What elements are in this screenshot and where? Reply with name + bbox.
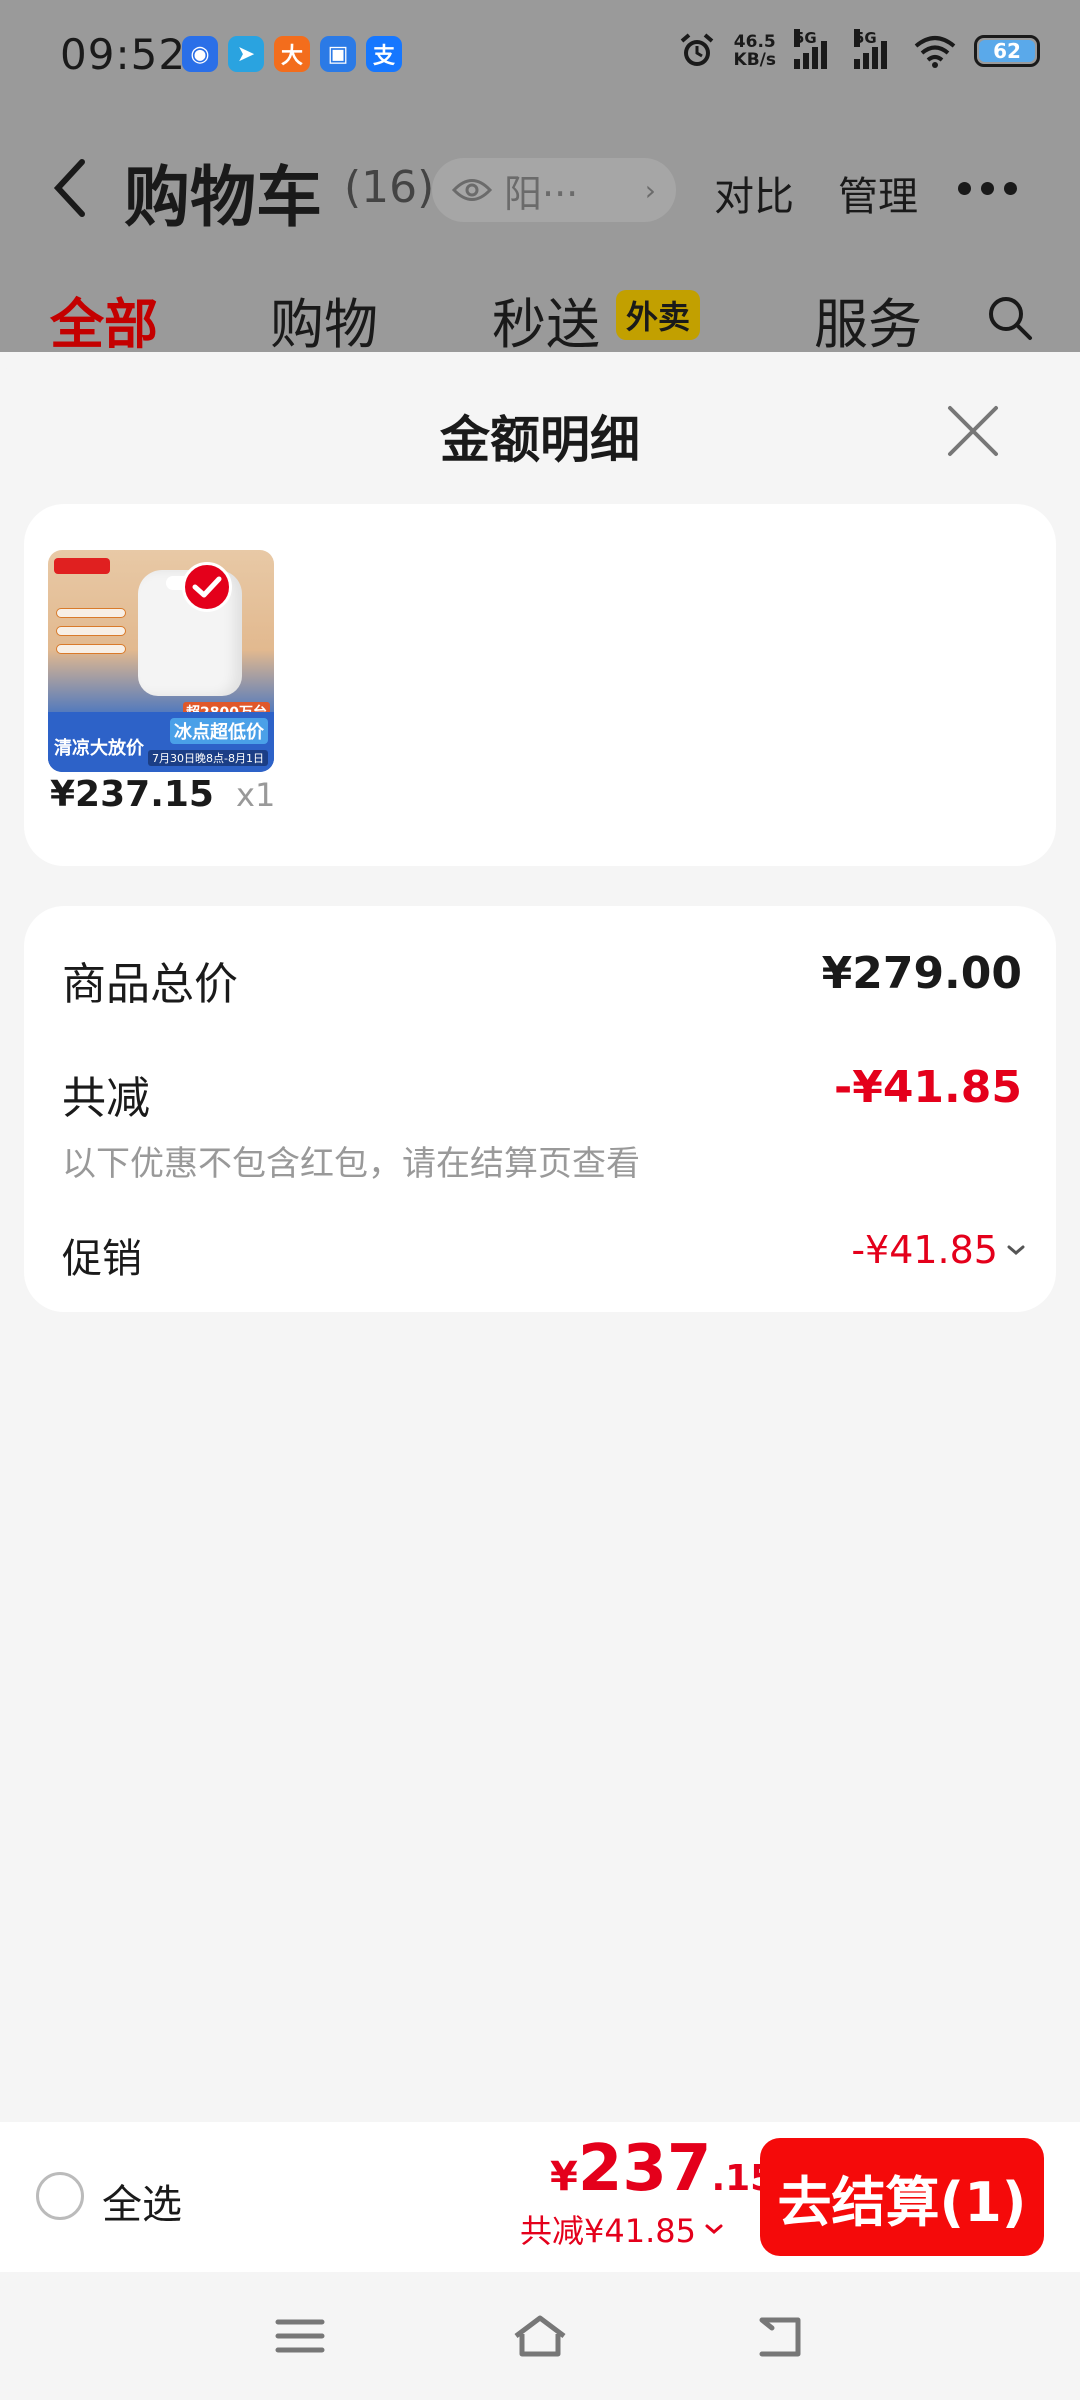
- goods-quantity: x1: [236, 776, 276, 814]
- more-icon[interactable]: [958, 182, 1017, 195]
- tab-instant[interactable]: 秒送: [492, 280, 600, 359]
- checkout-bar: 全选 ¥237.15 共减¥41.85 去结算(1): [0, 2122, 1080, 2272]
- net-speed-value: 46.5: [733, 32, 776, 52]
- takeout-badge: 外卖: [616, 290, 701, 340]
- select-all-checkbox[interactable]: [36, 2172, 84, 2220]
- alipay-icon: 支: [366, 36, 402, 72]
- status-bar: 09:52 ◉ ➤ 大 ▣ 支 46.5 KB/s 5G 5G 62: [0, 0, 1080, 112]
- cart-count: (16): [344, 162, 435, 213]
- checkout-button[interactable]: 去结算(1): [760, 2138, 1044, 2256]
- compare-button[interactable]: 对比: [714, 164, 794, 222]
- reduction-note: 以下优惠不包含红包，请在结算页查看: [62, 1144, 640, 1184]
- promotion-value[interactable]: -¥41.85: [851, 1228, 1026, 1272]
- price-detail-card: 商品总价 ¥279.00 共减 -¥41.85 以下优惠不包含红包，请在结算页查…: [24, 906, 1056, 1312]
- chat-app-icon: ▣: [320, 36, 356, 72]
- search-icon[interactable]: [984, 292, 1036, 344]
- home-icon[interactable]: [510, 2310, 570, 2362]
- back-arrow-icon[interactable]: [52, 158, 88, 218]
- promotion-label: 促销: [62, 1236, 142, 1282]
- checkmark-icon: [182, 562, 232, 612]
- final-total: ¥237.15: [550, 2132, 775, 2206]
- image-banner-left: 清凉大放价: [54, 738, 144, 759]
- saved-text: 共减¥41.85: [520, 2212, 696, 2250]
- goods-card: 超2800万台 清凉大放价 冰点超低价 7月30日晚8点-8月1日 ¥237.1…: [24, 504, 1056, 866]
- net-speed-unit: KB/s: [733, 50, 776, 70]
- system-nav-bar: [0, 2272, 1080, 2400]
- total-integer: 237: [577, 2132, 712, 2206]
- reduction-value: -¥41.85: [833, 1062, 1022, 1113]
- app-icon-blue: ◉: [182, 36, 218, 72]
- reduction-label: 共减: [62, 1073, 150, 1124]
- manage-button[interactable]: 管理: [838, 164, 918, 222]
- signal-type-1: 5G: [794, 29, 817, 47]
- total-price-label: 商品总价: [62, 959, 238, 1010]
- chevron-right-icon: ›: [644, 173, 656, 207]
- battery-icon: 62: [974, 35, 1040, 67]
- signal-type-2: 5G: [854, 29, 877, 47]
- image-brand-tag: [54, 558, 110, 574]
- address-text: 阳···: [504, 171, 579, 216]
- chevron-down-icon: [705, 2224, 723, 2234]
- app-icon-orange: 大: [274, 36, 310, 72]
- wifi-icon: [914, 36, 956, 68]
- total-price-value: ¥279.00: [821, 948, 1022, 999]
- image-banner: 清凉大放价 冰点超低价 7月30日晚8点-8月1日: [48, 712, 274, 772]
- tab-shopping[interactable]: 购物: [270, 280, 378, 359]
- tab-service[interactable]: 服务: [814, 280, 922, 359]
- product-image[interactable]: 超2800万台 清凉大放价 冰点超低价 7月30日晚8点-8月1日: [48, 550, 274, 772]
- back-icon[interactable]: [750, 2310, 810, 2362]
- cell-signal-icon: 5G: [794, 29, 836, 69]
- status-time: 09:52: [60, 30, 187, 79]
- battery-level: 62: [979, 39, 1035, 63]
- image-banner-date: 7月30日晚8点-8月1日: [148, 750, 268, 766]
- image-feature-list: [56, 608, 126, 662]
- goods-price: ¥237.15: [50, 774, 214, 815]
- close-icon[interactable]: [944, 402, 1002, 460]
- notification-icons: ◉ ➤ 大 ▣ 支: [182, 36, 402, 72]
- amount-detail-sheet: 金额明细 超2800万台 清凉大放价 冰点超低价 7月30日晚8点-8月1日 ¥…: [0, 352, 1080, 2122]
- image-banner-right: 冰点超低价: [170, 718, 268, 744]
- menu-icon[interactable]: [270, 2310, 330, 2362]
- address-selector[interactable]: 阳··· ›: [432, 158, 676, 222]
- alarm-icon: [680, 33, 713, 66]
- saved-amount[interactable]: 共减¥41.85: [520, 2206, 724, 2252]
- select-all-label[interactable]: 全选: [102, 2172, 182, 2230]
- eye-icon: [452, 179, 492, 201]
- telegram-icon: ➤: [228, 36, 264, 72]
- currency-symbol: ¥: [550, 2154, 578, 2200]
- status-indicators: 46.5 KB/s 5G 5G 62: [678, 29, 1040, 70]
- chevron-down-icon: [1007, 1245, 1025, 1255]
- tab-all[interactable]: 全部: [50, 280, 158, 359]
- page-title: 购物车: [124, 159, 322, 236]
- promotion-amount: -¥41.85: [851, 1228, 998, 1272]
- sheet-title: 金额明细: [440, 411, 640, 469]
- cart-header: 购物车 (16) 阳··· › 对比 管理 全部 购物 秒送 外卖 服务: [0, 112, 1080, 356]
- cart-tabs: 全部 购物 秒送 外卖 服务: [0, 280, 1080, 356]
- net-speed: 46.5 KB/s: [734, 33, 776, 69]
- cell-signal-icon: 5G: [854, 29, 896, 69]
